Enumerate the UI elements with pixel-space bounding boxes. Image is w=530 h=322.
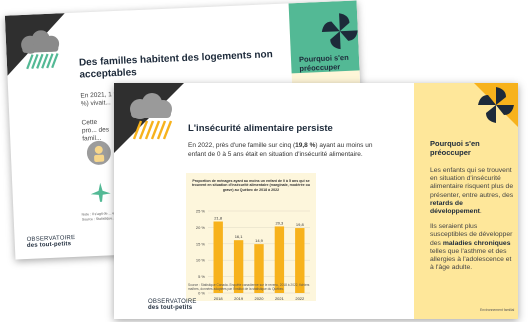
airplane-icon: [90, 182, 111, 202]
x-tick-label: 2021: [275, 296, 285, 301]
back-slide-title: Des familles habitent des logements non …: [78, 49, 273, 81]
data-label: 20,3: [276, 220, 285, 225]
data-label: 14,9: [255, 238, 264, 243]
y-tick-label: 15 %: [196, 241, 206, 246]
y-tick-label: 20 %: [196, 225, 206, 230]
panel-title: Pourquoi s'en préoccuper: [430, 139, 480, 157]
back-panel-title: Pourquoi s'en préoccuper: [298, 52, 349, 73]
pinwheel-icon: [321, 13, 358, 50]
x-tick-label: 2019: [234, 296, 244, 301]
y-tick-label: 5 %: [198, 274, 205, 279]
y-tick-label: 10 %: [196, 258, 206, 263]
front-logo: OBSERVATOIRE des tout-petits: [148, 299, 197, 311]
pinwheel-icon: [474, 83, 518, 127]
chart-card: Proportion de ménages ayant au moins un …: [186, 173, 316, 301]
front-slide-title: L'insécurité alimentaire persiste: [188, 123, 333, 134]
front-slide-lead: En 2022, près d'une famille sur cinq (19…: [188, 142, 373, 158]
panel-text: Les enfants qui se trouvent en situation…: [430, 167, 514, 272]
x-tick-label: 2018: [214, 296, 224, 301]
data-label: 19,8: [296, 222, 305, 227]
family-icon: [86, 140, 111, 165]
bar-chart: 25 % 20 % 15 % 10 % 5 % 0 % 21,8 2018 16,1 2019 14…: [196, 209, 310, 301]
data-label: 16,1: [235, 234, 244, 239]
back-logo: OBSERVATOIRE des tout-petits: [26, 234, 76, 250]
data-label: 21,8: [214, 215, 223, 220]
y-tick-label: 0 %: [198, 291, 205, 296]
y-tick-label: 25 %: [196, 209, 206, 214]
side-panel: Pourquoi s'en préoccuper Les enfants qui…: [414, 83, 518, 319]
front-slide[interactable]: L'insécurité alimentaire persiste En 202…: [114, 83, 518, 319]
panel-footer: Environnement familial: [480, 308, 515, 312]
x-tick-label: 2022: [295, 296, 305, 301]
chart-title: Proportion de ménages ayant au moins un …: [191, 179, 311, 192]
cloud-rain-icon: [21, 30, 60, 70]
x-tick-label: 2020: [255, 296, 265, 301]
chart-source: Source : Statistique Canada. Enquête can…: [188, 283, 310, 291]
cloud-rain-icon: [130, 93, 173, 140]
